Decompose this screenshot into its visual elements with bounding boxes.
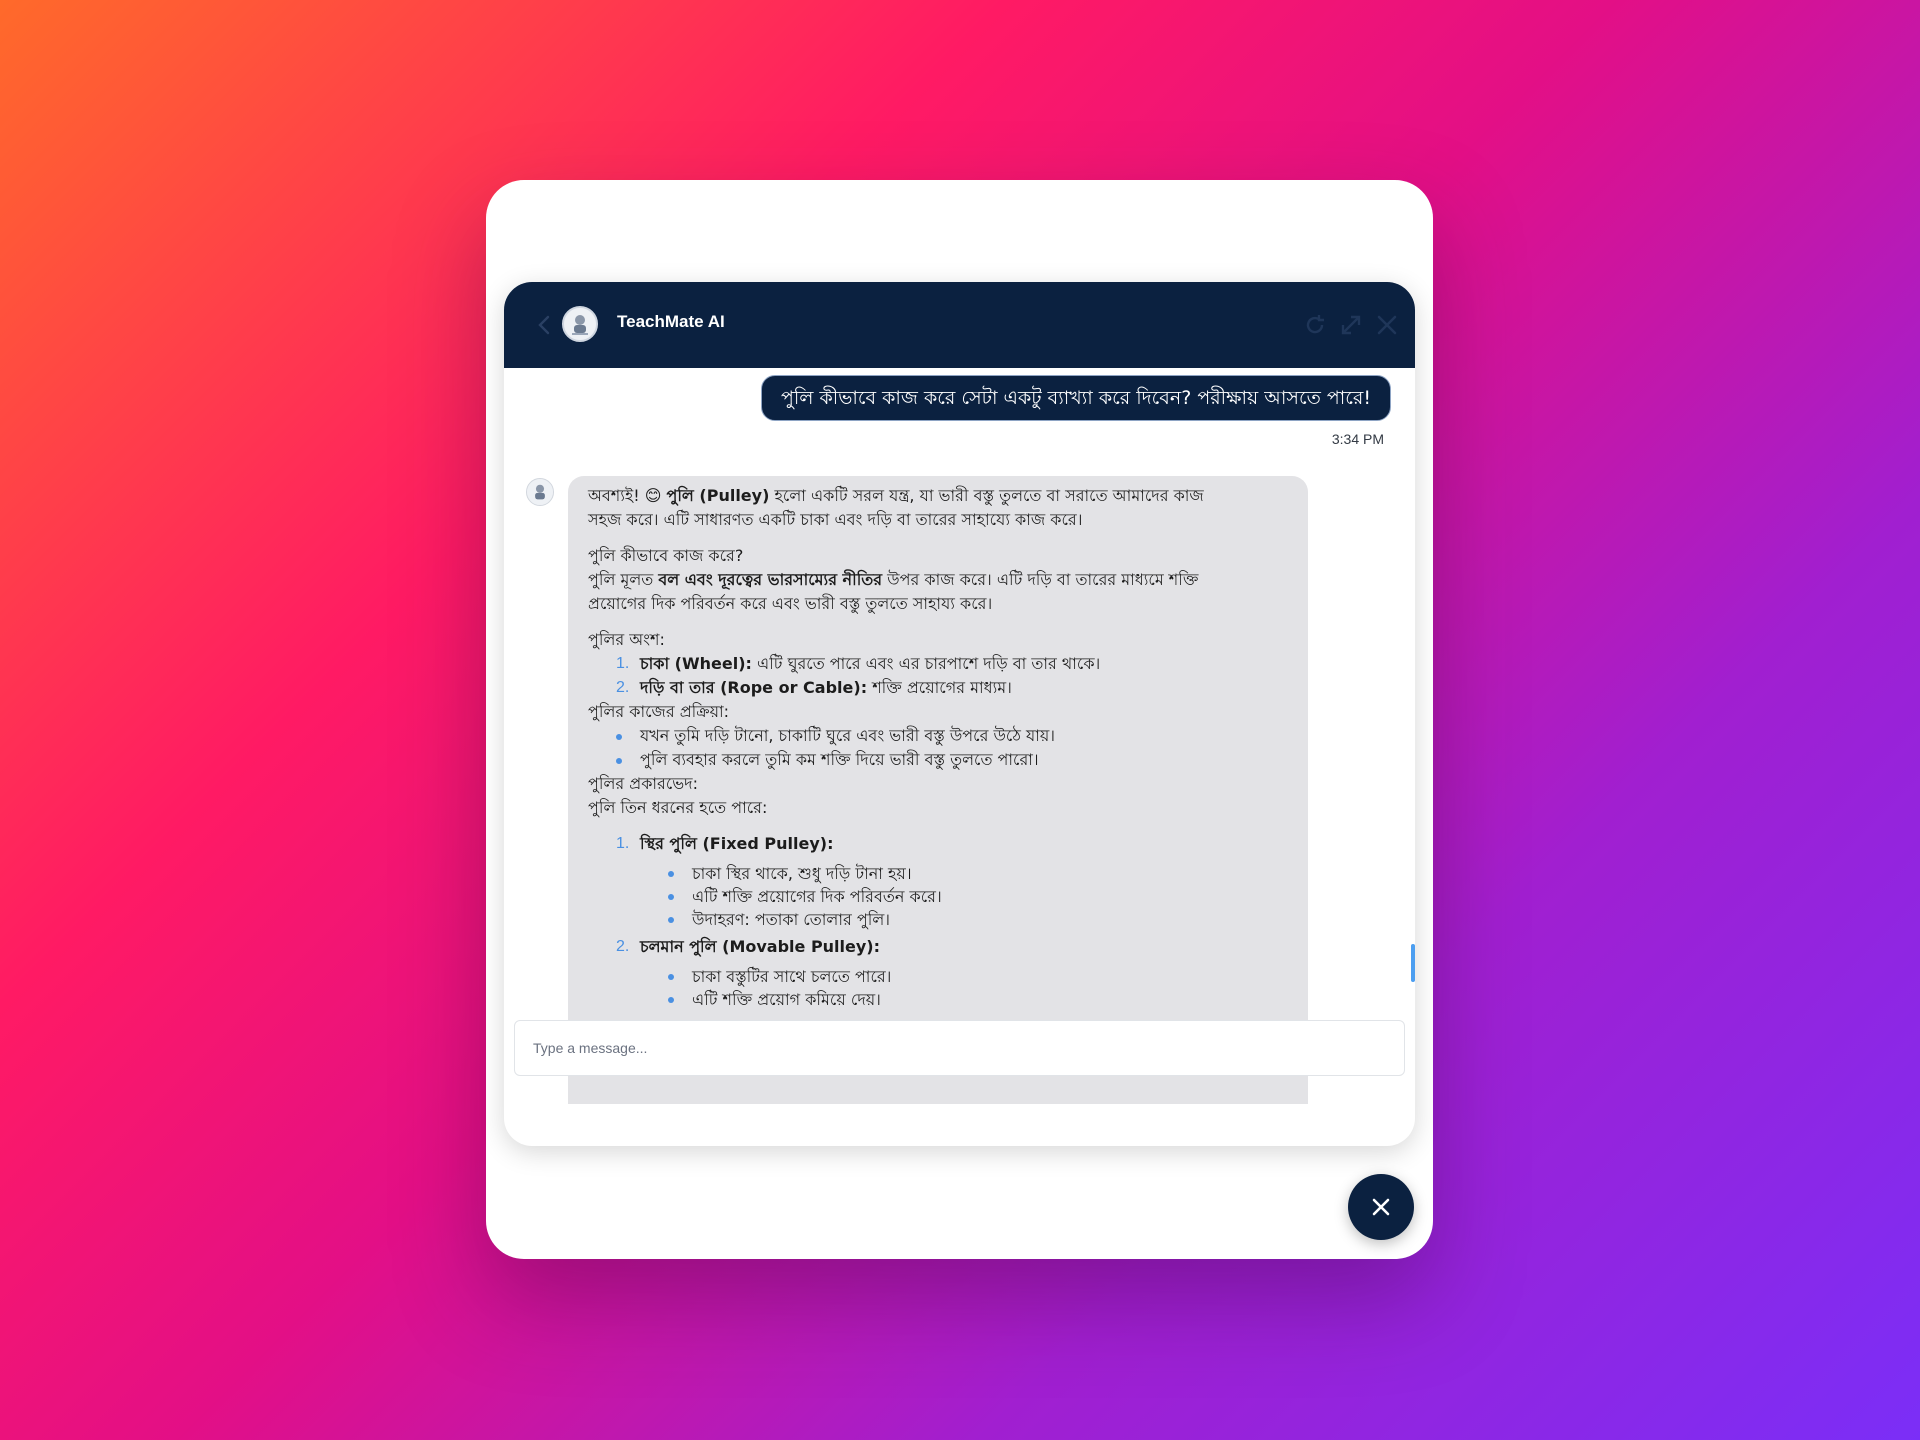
bot-avatar [562, 306, 598, 342]
intro-bold: পুলি (Pulley) [666, 486, 770, 505]
type-title: চলমান পুলি (Movable Pulley): [640, 937, 881, 956]
user-message: পুলি কীভাবে কাজ করে সেটা একটু ব্যাখ্যা ক… [760, 375, 1391, 421]
type-list: 1. স্থির পুলি (Fixed Pulley): চাকা স্থির … [588, 832, 1288, 1011]
sub-bullet: উদাহরণ: পতাকা তোলার পুলি। [588, 908, 1288, 931]
intro-text: হলো একটি সরল যন্ত্র, যা ভারী বস্তু তুলতে… [769, 486, 1204, 505]
how-text: প্রয়োগের দিক পরিবর্তন করে এবং ভারী বস্ত… [588, 594, 993, 613]
section-heading: পুলির কাজের প্রক্রিয়া: [588, 702, 730, 721]
chat-window: TeachMate AI পুলি কীভাবে কাজ করে সেটা এক… [504, 282, 1415, 1146]
process-section: পুলির কাজের প্রক্রিয়া: যখন তুমি দড়ি টা… [588, 700, 1288, 772]
chevron-left-icon[interactable] [534, 313, 556, 337]
list-item-bold: দড়ি বা তার (Rope or Cable): [640, 678, 868, 697]
type-title: স্থির পুলি (Fixed Pulley): [640, 834, 834, 853]
types-section: পুলির প্রকারভেদ: পুলি তিন ধরনের হতে পারে… [588, 772, 1288, 820]
bullet-dot [668, 997, 674, 1003]
bullet-dot [668, 871, 674, 877]
bot-avatar-small [526, 478, 554, 506]
section-heading: পুলির প্রকারভেদ: [588, 774, 698, 793]
section-heading: পুলি কীভাবে কাজ করে? [588, 546, 744, 565]
bullet-dot [668, 917, 674, 923]
bullet-item: পুলি ব্যবহার করলে তুমি কম শক্তি দিয়ে ভা… [588, 748, 1288, 772]
sub-bullet: চাকা স্থির থাকে, শুধু দড়ি টানা হয়। [588, 862, 1288, 885]
bullet-text: চাকা স্থির থাকে, শুধু দড়ি টানা হয়। [692, 864, 912, 883]
message-timestamp: 3:34 PM [1331, 431, 1384, 447]
close-icon[interactable] [1374, 312, 1400, 338]
how-bold: বল এবং দূরত্বের ভারসাম্যের নীতির [658, 570, 883, 589]
how-text: পুলি মূলত [588, 570, 659, 589]
message-list[interactable]: পুলি কীভাবে কাজ করে সেটা একটু ব্যাখ্যা ক… [504, 368, 1415, 1104]
list-item: 2. চলমান পুলি (Movable Pulley): [588, 935, 1288, 959]
sub-bullet: এটি শক্তি প্রয়োগের দিক পরিবর্তন করে। [588, 885, 1288, 908]
bullet-dot [616, 734, 622, 740]
bullet-text: যখন তুমি দড়ি টানো, চাকাটি ঘুরে এবং ভারী… [640, 726, 1055, 745]
list-marker: 1. [616, 655, 630, 672]
bullet-dot [668, 974, 674, 980]
bullet-text: পুলি ব্যবহার করলে তুমি কম শক্তি দিয়ে ভা… [640, 750, 1039, 769]
bullet-text: চাকা বস্তুটির সাথে চলতে পারে। [692, 967, 892, 986]
close-icon [1372, 1198, 1390, 1216]
chat-header: TeachMate AI [504, 282, 1415, 368]
bullet-dot [616, 758, 622, 764]
list-marker: 2. [616, 938, 630, 955]
intro-text: অবশ্যই! 😊 [588, 486, 667, 505]
intro-text: সহজ করে। এটি সাধারণত একটি চাকা এবং দড়ি … [588, 510, 1083, 529]
bullet-text: উদাহরণ: পতাকা তোলার পুলি। [692, 910, 890, 929]
list-item: 1. স্থির পুলি (Fixed Pulley): [588, 832, 1288, 856]
bot-message: অবশ্যই! 😊 পুলি (Pulley) হলো একটি সরল যন্… [568, 476, 1308, 1104]
list-item: 1. চাকা (Wheel): এটি ঘুরতে পারে এবং এর চা… [588, 652, 1288, 676]
list-item-text: শক্তি প্রয়োগের মাধ্যম। [867, 678, 1012, 697]
how-paragraph: পুলি কীভাবে কাজ করে? পুলি মূলত বল এবং দূ… [588, 544, 1288, 616]
bullet-text: এটি শক্তি প্রয়োগের দিক পরিবর্তন করে। [692, 887, 942, 906]
sub-bullet: এটি শক্তি প্রয়োগ কমিয়ে দেয়। [588, 988, 1288, 1011]
list-marker: 1. [616, 835, 630, 852]
scrollbar-thumb[interactable] [1411, 944, 1415, 982]
section-heading: পুলির অংশ: [588, 630, 665, 649]
intro-paragraph: অবশ্যই! 😊 পুলি (Pulley) হলো একটি সরল যন্… [588, 484, 1288, 532]
refresh-icon[interactable] [1302, 312, 1328, 338]
list-item-bold: চাকা (Wheel): [640, 654, 752, 673]
list-item: 2. দড়ি বা তার (Rope or Cable): শক্তি প্র… [588, 676, 1288, 700]
message-input[interactable] [515, 1021, 1404, 1075]
launcher-close-button[interactable] [1348, 1174, 1414, 1240]
sub-bullet: চাকা বস্তুটির সাথে চলতে পারে। [588, 965, 1288, 988]
how-text: উপর কাজ করে। এটি দড়ি বা তারের মাধ্যমে শ… [882, 570, 1199, 589]
list-marker: 2. [616, 679, 630, 696]
expand-icon[interactable] [1338, 312, 1364, 338]
list-item-text: এটি ঘুরতে পারে এবং এর চারপাশে দড়ি বা তা… [751, 654, 1101, 673]
message-composer [514, 1020, 1405, 1076]
bullet-item: যখন তুমি দড়ি টানো, চাকাটি ঘুরে এবং ভারী… [588, 724, 1288, 748]
bullet-text: এটি শক্তি প্রয়োগ কমিয়ে দেয়। [692, 990, 881, 1009]
chat-title: TeachMate AI [617, 312, 725, 331]
bullet-dot [668, 894, 674, 900]
types-intro: পুলি তিন ধরনের হতে পারে: [588, 798, 768, 817]
parts-section: পুলির অংশ: 1. চাকা (Wheel): এটি ঘুরতে পার… [588, 628, 1288, 700]
